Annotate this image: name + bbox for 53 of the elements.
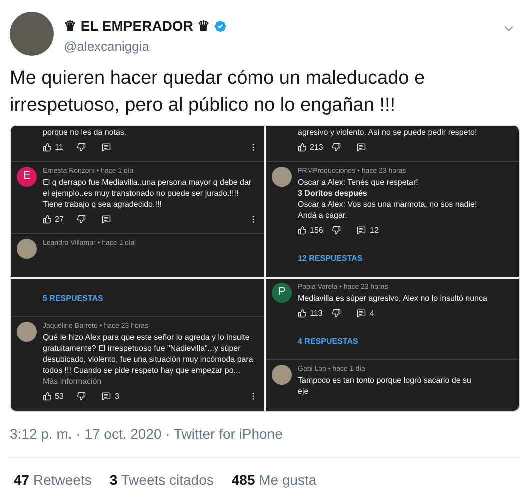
like-count: 113 <box>310 308 324 320</box>
more-link[interactable]: Más información <box>43 376 102 386</box>
comment-text: Tampoco es tan tonto porque logró sacarlo de su eje <box>298 374 472 396</box>
reply-count: 4 <box>370 308 374 320</box>
tweet-text: Me quieren hacer quedar cómo un maleducado e irrespetuoso, pero al público no lo engañan !!! <box>10 66 426 118</box>
letter-avatar: P <box>272 282 292 302</box>
letter-avatar: E <box>17 166 37 186</box>
like-count: 27 <box>55 214 65 226</box>
avatar-placeholder <box>17 322 37 342</box>
like-icon[interactable] <box>298 309 307 318</box>
like-icon[interactable] <box>43 392 52 401</box>
dislike-icon[interactable] <box>77 392 86 401</box>
like-icon[interactable] <box>43 215 52 224</box>
like-count: 11 <box>55 142 64 154</box>
reply-icon[interactable] <box>102 392 111 401</box>
like-icon[interactable] <box>298 226 307 235</box>
display-name[interactable]: ♛ EL EMPERADOR ♛ <box>64 16 210 37</box>
engagement-stat[interactable]: 3 Tweets citados <box>110 470 214 490</box>
comment-text: El q derrapo fue Mediavilla..una persona mayor q debe dar el ejemplo..es muy transtonado no puede ser jurado.!!!! Tiene trabajo q sea agradecido.!!! <box>43 176 253 210</box>
comment-text: Mediavilla es súper agresivo, Alex no lo insultó nunca <box>298 292 488 304</box>
media-grid[interactable] <box>10 124 520 412</box>
user-handle[interactable]: @alexcaniggia <box>64 37 228 56</box>
tweet-timestamp[interactable]: 3:12 p. m. · 17 oct. 2020 · Twitter for iPhone <box>10 424 520 444</box>
comment-text: agresivo y violento. Así no se puede pedir respeto! <box>297 128 478 138</box>
replies-link[interactable]: 5 RESPUESTAS <box>43 294 104 302</box>
reply-icon[interactable] <box>357 226 366 235</box>
dislike-icon[interactable] <box>332 143 341 152</box>
avatar-placeholder[interactable] <box>10 12 54 56</box>
replies-link[interactable]: 12 RESPUESTAS <box>298 254 363 262</box>
reply-icon[interactable] <box>357 143 366 152</box>
dislike-icon[interactable] <box>77 215 86 224</box>
replies-link[interactable]: 4 RESPUESTAS <box>298 336 358 346</box>
comment-text: porque no les da notas. <box>42 128 128 138</box>
avatar-placeholder <box>17 238 37 258</box>
engagement-stat[interactable]: 47 Retweets <box>14 470 92 490</box>
reply-icon[interactable] <box>357 309 366 318</box>
like-icon[interactable] <box>43 143 52 152</box>
dislike-icon[interactable] <box>332 309 341 318</box>
like-count: 213 <box>310 142 324 154</box>
reply-icon[interactable] <box>102 215 111 224</box>
dislike-icon[interactable] <box>77 143 86 152</box>
avatar-placeholder <box>272 364 292 384</box>
comment-text: Oscar a Alex: Tenés que respetar! 3 Doritos después Oscar a Alex: Vos sos una marmota, no sos nadie! Andá a cagar. <box>298 176 478 220</box>
comment-text: Qué le hizo Alex para que este señor lo agreda y lo insulte gratuitamente? El irrespetuoso fue "Nadievilla"...y súper desubicado, violento, fue una situación muy incómoda para todos !!! Cuando se pide respeto hay que empezar po... Más información <box>43 332 254 386</box>
like-icon[interactable] <box>298 143 307 152</box>
reply-icon[interactable] <box>102 143 111 152</box>
like-count: 53 <box>55 390 65 402</box>
reply-count: 3 <box>115 390 120 402</box>
dislike-icon[interactable] <box>332 226 341 235</box>
reply-count: 12 <box>370 224 379 236</box>
avatar-placeholder <box>272 166 292 186</box>
like-count: 156 <box>310 224 324 236</box>
engagement-stat[interactable]: 485 Me gusta <box>232 470 317 490</box>
